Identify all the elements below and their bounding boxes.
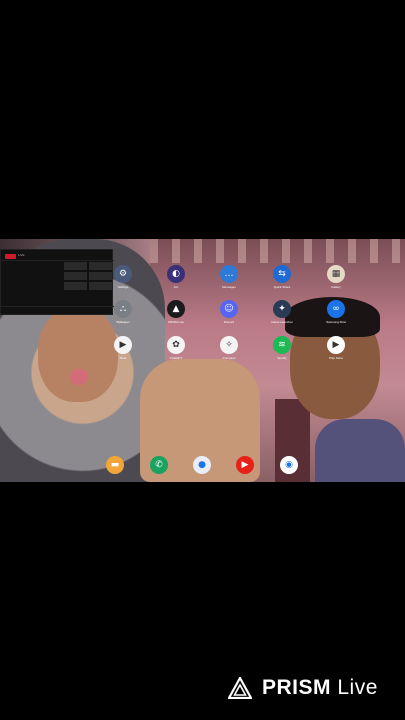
meet-icon[interactable]: ▶ (114, 336, 132, 354)
person-right-jacket (315, 419, 405, 482)
watermark-brand-name: PRISM (262, 676, 332, 699)
prism-live-watermark: PRISM Live (228, 676, 378, 700)
app-label-avatar: Wallpaper (116, 320, 130, 324)
live-label: LIVE (18, 253, 25, 257)
live-indicator (5, 254, 16, 259)
app-label-play: Play Store (329, 356, 343, 360)
chrome-icon[interactable]: ◉ (280, 456, 298, 474)
phone-icon[interactable]: ✆ (150, 456, 168, 474)
gear-icon[interactable]: ⚙ (114, 265, 132, 283)
app-label-chatgpt-dark: PRISM Live (168, 320, 184, 324)
gallery-icon[interactable]: ▦ (327, 265, 345, 283)
app-label-games: Game Launcher (271, 320, 293, 324)
person-left-tongue (70, 369, 88, 385)
window-titlebar: LIVE (1, 250, 114, 261)
app-label-spotify: Spotify (277, 356, 287, 360)
spotify-icon[interactable]: ≋ (273, 336, 291, 354)
app-label-connect: Samsung Flow (326, 320, 346, 324)
connect-icon[interactable]: ∞ (327, 300, 345, 318)
game-icon[interactable]: ✦ (273, 300, 291, 318)
triangle-icon[interactable]: ▲ (167, 300, 185, 318)
youtube-icon[interactable]: ▶ (236, 456, 254, 474)
app-label-messages: Messages (222, 285, 236, 289)
stream-control-window[interactable]: LIVE (0, 249, 114, 315)
discord-icon[interactable]: ☺ (220, 300, 238, 318)
app-label-compass: Compass (222, 356, 236, 360)
app-label-photos: Gallery (331, 285, 341, 289)
control-grid[interactable] (64, 262, 112, 290)
share-icon[interactable]: ⇆ (273, 265, 291, 283)
bunting-flags (150, 239, 405, 263)
prism-logo-icon (228, 677, 252, 699)
app-label-chatgpt: ChatGPT (169, 356, 183, 360)
chatgpt-icon[interactable]: ✿ (167, 336, 185, 354)
window-footer (1, 306, 114, 314)
opera-icon[interactable]: ◐ (167, 265, 185, 283)
app-label-discord: Discord (223, 320, 235, 324)
app-label-meet: Meet (119, 356, 127, 360)
folder-icon[interactable]: ▬ (106, 456, 124, 474)
avatar-icon[interactable]: ⛬ (114, 300, 132, 318)
chat-bubble-icon[interactable]: ● (193, 456, 211, 474)
watermark-brand: PRISM Live (262, 676, 378, 700)
watermark-product: Live (337, 676, 378, 699)
phone-frame: ⚙ Settings ◐ Arc… Messages ⇆ Quick Share ▦ Galle… (0, 0, 405, 720)
app-label-share: Quick Share (273, 285, 291, 289)
chat-icon[interactable]: … (220, 265, 238, 283)
compass-icon[interactable]: ✧ (220, 336, 238, 354)
play-store-icon[interactable]: ▶ (327, 336, 345, 354)
app-label-opera: Arc (173, 285, 179, 289)
